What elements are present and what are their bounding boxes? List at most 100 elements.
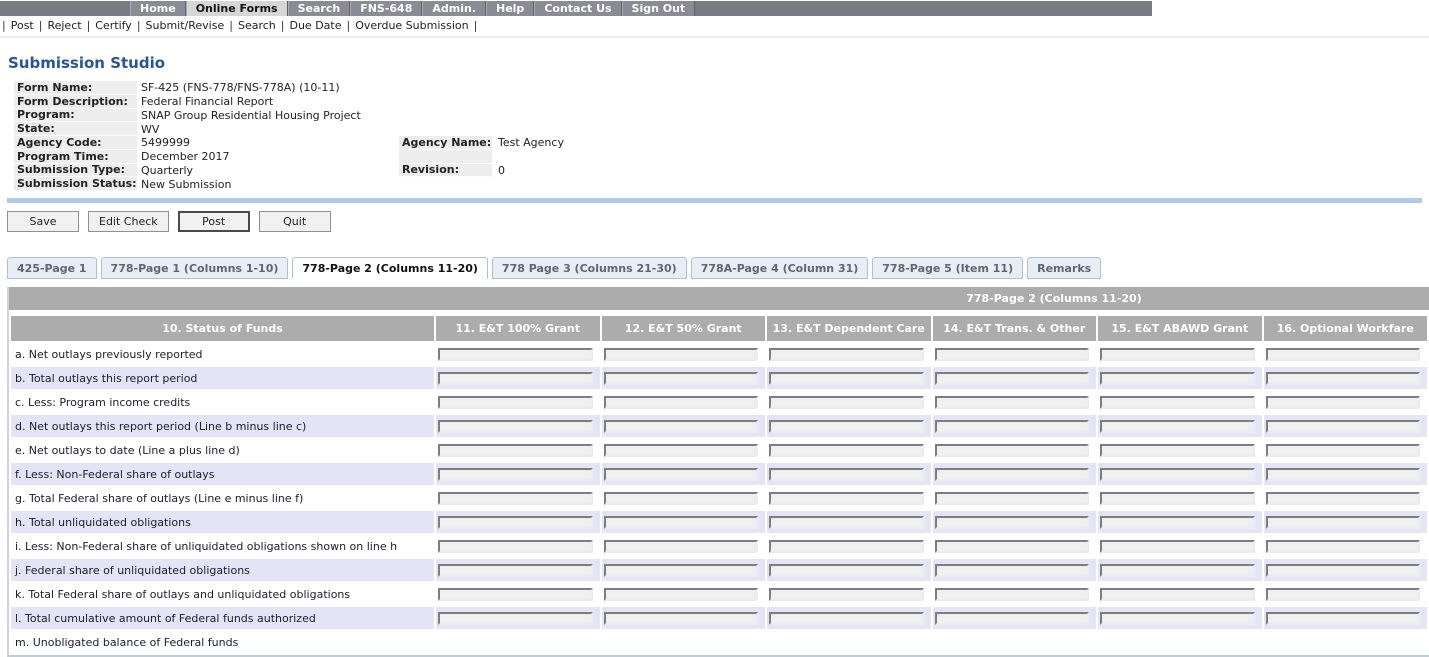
- input-j-col16[interactable]: [1266, 564, 1421, 577]
- input-c-col14[interactable]: [935, 396, 1090, 409]
- tab-778a-page-4-column-31[interactable]: 778A-Page 4 (Column 31): [691, 257, 869, 279]
- input-c-col15[interactable]: [1100, 396, 1255, 409]
- input-k-col15[interactable]: [1100, 588, 1255, 601]
- nav-item-home[interactable]: Home: [130, 1, 186, 16]
- menu-item-reject[interactable]: Reject: [47, 19, 81, 32]
- input-j-col12[interactable]: [604, 564, 759, 577]
- input-d-col16[interactable]: [1266, 420, 1421, 433]
- menu-item-due-date[interactable]: Due Date: [289, 19, 341, 32]
- input-f-col13[interactable]: [769, 468, 924, 481]
- nav-item-admin[interactable]: Admin.: [422, 1, 486, 16]
- input-b-col14[interactable]: [935, 372, 1090, 385]
- input-f-col11[interactable]: [438, 468, 593, 481]
- input-h-col11[interactable]: [438, 516, 593, 529]
- save-button[interactable]: Save: [7, 211, 79, 232]
- input-e-col14[interactable]: [935, 444, 1090, 457]
- input-h-col16[interactable]: [1266, 516, 1421, 529]
- edit-check-button[interactable]: Edit Check: [88, 211, 169, 232]
- input-a-col14[interactable]: [935, 348, 1090, 361]
- input-l-col14[interactable]: [935, 612, 1090, 625]
- input-f-col15[interactable]: [1100, 468, 1255, 481]
- input-g-col11[interactable]: [438, 492, 593, 505]
- input-k-col11[interactable]: [438, 588, 593, 601]
- nav-item-contact-us[interactable]: Contact Us: [534, 1, 621, 16]
- menu-item-submit-revise[interactable]: Submit/Revise: [146, 19, 225, 32]
- input-h-col15[interactable]: [1100, 516, 1255, 529]
- nav-item-sign-out[interactable]: Sign Out: [622, 1, 696, 16]
- input-l-col15[interactable]: [1100, 612, 1255, 625]
- nav-item-search[interactable]: Search: [288, 1, 351, 16]
- input-g-col16[interactable]: [1266, 492, 1421, 505]
- input-b-col15[interactable]: [1100, 372, 1255, 385]
- tab-remarks[interactable]: Remarks: [1027, 257, 1101, 279]
- input-c-col13[interactable]: [769, 396, 924, 409]
- tab-425-page-1[interactable]: 425-Page 1: [7, 257, 97, 279]
- cell-f-col15: [1098, 463, 1262, 485]
- quit-button[interactable]: Quit: [259, 211, 331, 232]
- menu-item-search[interactable]: Search: [238, 19, 276, 32]
- nav-item-online-forms[interactable]: Online Forms: [186, 1, 288, 16]
- input-b-col12[interactable]: [604, 372, 759, 385]
- input-i-col14[interactable]: [935, 540, 1090, 553]
- input-g-col15[interactable]: [1100, 492, 1255, 505]
- input-a-col12[interactable]: [604, 348, 759, 361]
- input-e-col13[interactable]: [769, 444, 924, 457]
- input-h-col12[interactable]: [604, 516, 759, 529]
- input-h-col13[interactable]: [769, 516, 924, 529]
- tab-778-page-3-columns-21-30[interactable]: 778 Page 3 (Columns 21-30): [492, 257, 687, 279]
- input-j-col11[interactable]: [438, 564, 593, 577]
- input-k-col13[interactable]: [769, 588, 924, 601]
- input-k-col16[interactable]: [1266, 588, 1421, 601]
- input-b-col11[interactable]: [438, 372, 593, 385]
- nav-item-fns-648[interactable]: FNS-648: [350, 1, 422, 16]
- input-d-col11[interactable]: [438, 420, 593, 433]
- input-i-col15[interactable]: [1100, 540, 1255, 553]
- input-i-col13[interactable]: [769, 540, 924, 553]
- input-j-col14[interactable]: [935, 564, 1090, 577]
- input-c-col12[interactable]: [604, 396, 759, 409]
- table-row-j: j. Federal share of unliquidated obligat…: [11, 559, 1427, 581]
- tab-778-page-5-item-11[interactable]: 778-Page 5 (Item 11): [872, 257, 1023, 279]
- menu-item-certify[interactable]: Certify: [95, 19, 132, 32]
- input-k-col14[interactable]: [935, 588, 1090, 601]
- input-i-col11[interactable]: [438, 540, 593, 553]
- input-a-col13[interactable]: [769, 348, 924, 361]
- input-g-col13[interactable]: [769, 492, 924, 505]
- input-e-col11[interactable]: [438, 444, 593, 457]
- input-f-col14[interactable]: [935, 468, 1090, 481]
- menu-item-post[interactable]: Post: [11, 19, 34, 32]
- input-e-col16[interactable]: [1266, 444, 1421, 457]
- input-i-col12[interactable]: [604, 540, 759, 553]
- input-c-col16[interactable]: [1266, 396, 1421, 409]
- input-b-col13[interactable]: [769, 372, 924, 385]
- input-g-col12[interactable]: [604, 492, 759, 505]
- input-f-col16[interactable]: [1266, 468, 1421, 481]
- input-i-col16[interactable]: [1266, 540, 1421, 553]
- post-button[interactable]: Post: [178, 211, 250, 232]
- input-j-col15[interactable]: [1100, 564, 1255, 577]
- input-a-col15[interactable]: [1100, 348, 1255, 361]
- input-l-col16[interactable]: [1266, 612, 1421, 625]
- menu-item-overdue-submission[interactable]: Overdue Submission: [355, 19, 468, 32]
- input-b-col16[interactable]: [1266, 372, 1421, 385]
- input-d-col15[interactable]: [1100, 420, 1255, 433]
- nav-item-help[interactable]: Help: [486, 1, 534, 16]
- input-j-col13[interactable]: [769, 564, 924, 577]
- tab-778-page-1-columns-1-10[interactable]: 778-Page 1 (Columns 1-10): [101, 257, 289, 279]
- input-a-col11[interactable]: [438, 348, 593, 361]
- input-l-col11[interactable]: [438, 612, 593, 625]
- input-l-col12[interactable]: [604, 612, 759, 625]
- input-g-col14[interactable]: [935, 492, 1090, 505]
- input-k-col12[interactable]: [604, 588, 759, 601]
- input-l-col13[interactable]: [769, 612, 924, 625]
- input-a-col16[interactable]: [1266, 348, 1421, 361]
- tab-778-page-2-columns-11-20[interactable]: 778-Page 2 (Columns 11-20): [292, 257, 488, 279]
- input-c-col11[interactable]: [438, 396, 593, 409]
- input-e-col15[interactable]: [1100, 444, 1255, 457]
- input-d-col14[interactable]: [935, 420, 1090, 433]
- input-h-col14[interactable]: [935, 516, 1090, 529]
- input-d-col12[interactable]: [604, 420, 759, 433]
- input-f-col12[interactable]: [604, 468, 759, 481]
- input-d-col13[interactable]: [769, 420, 924, 433]
- input-e-col12[interactable]: [604, 444, 759, 457]
